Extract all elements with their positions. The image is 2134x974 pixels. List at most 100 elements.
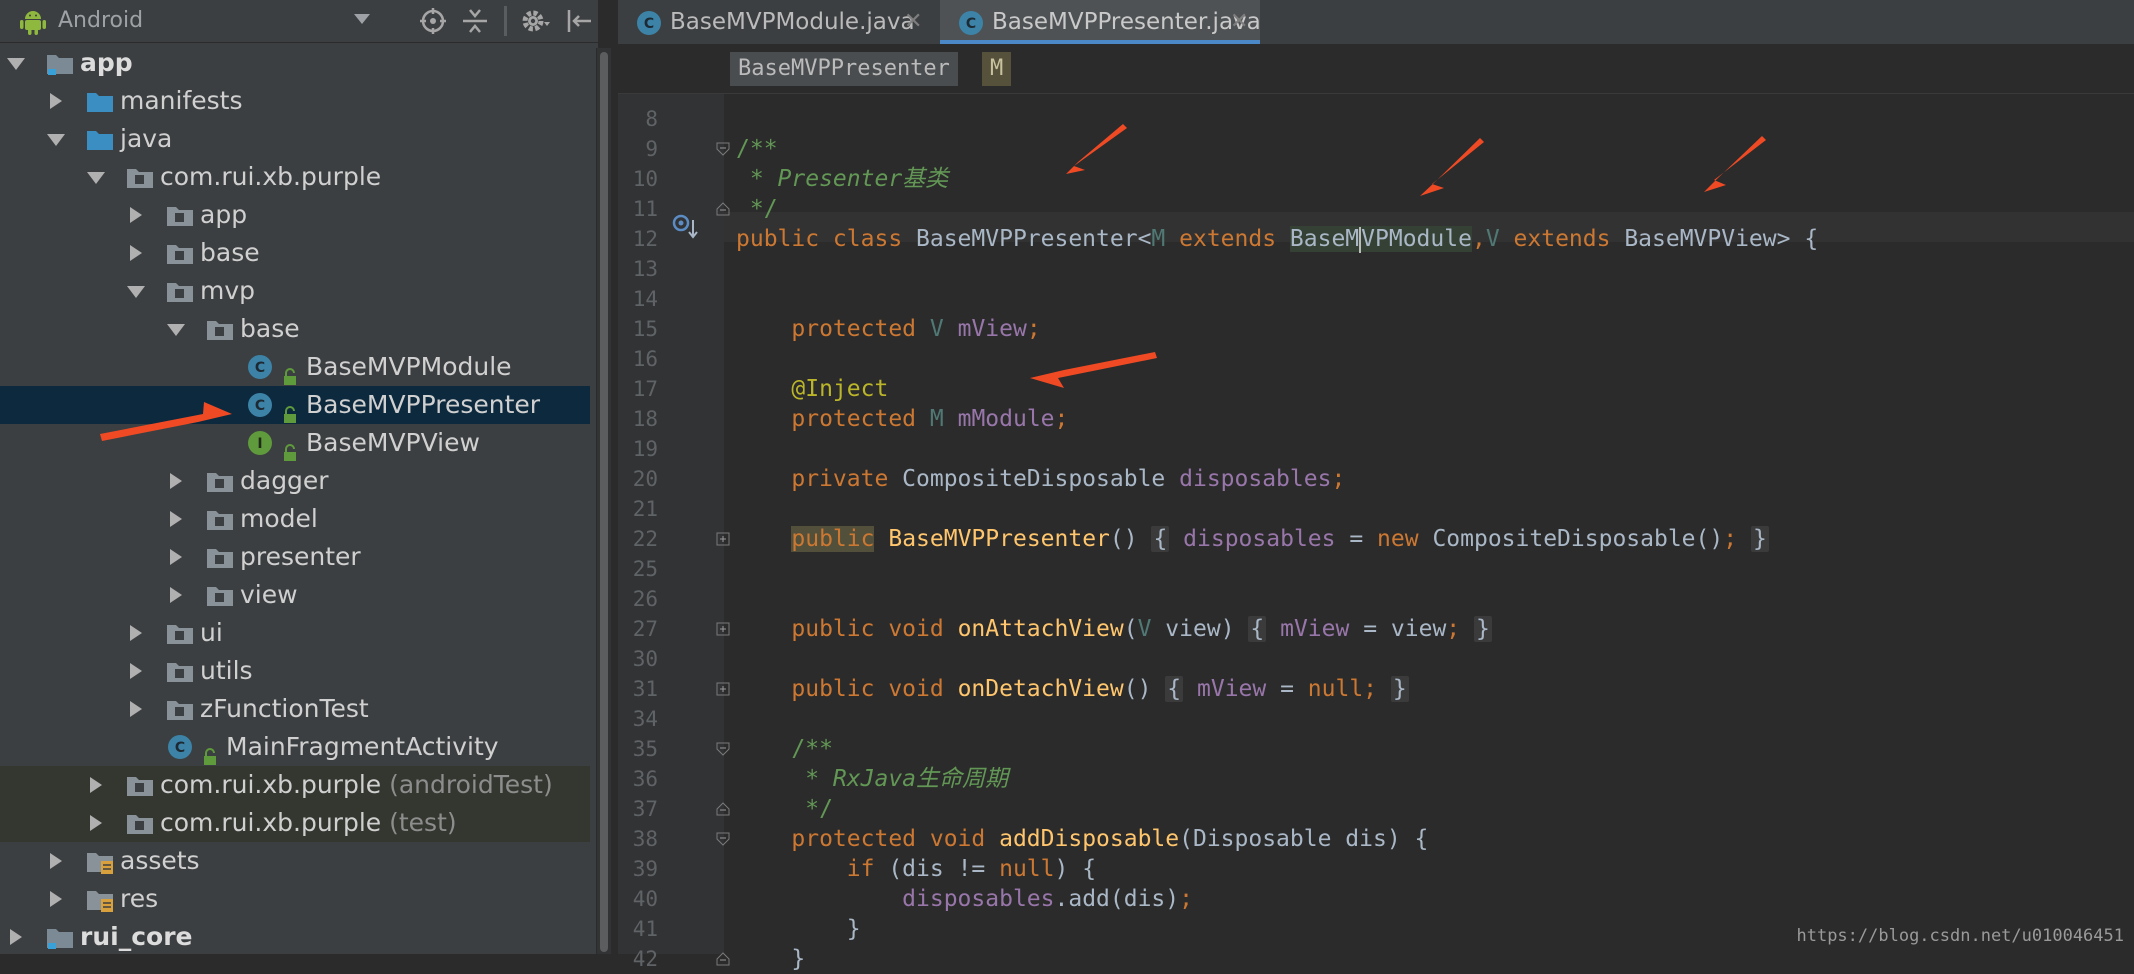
tree-item-basemvpview[interactable]: I BaseMVPView bbox=[0, 424, 590, 462]
fold-marker-icon[interactable] bbox=[716, 682, 730, 696]
package-folder-icon bbox=[126, 163, 154, 191]
line-number: 38 bbox=[632, 827, 658, 851]
collapsed-arrow-icon[interactable] bbox=[44, 880, 68, 918]
line-number: 9 bbox=[645, 137, 658, 161]
class-icon: C bbox=[166, 733, 194, 761]
tree-item-suffix: (androidTest) bbox=[381, 770, 553, 799]
breadcrumb-class[interactable]: BaseMVPPresenter bbox=[730, 52, 958, 86]
tree-item-java[interactable]: java bbox=[0, 120, 590, 158]
gear-icon[interactable] bbox=[520, 6, 550, 36]
code-line: private CompositeDisposable disposables; bbox=[791, 466, 1346, 492]
collapsed-arrow-icon[interactable] bbox=[124, 652, 148, 690]
tree-item-label: app bbox=[80, 48, 133, 77]
code-line: if (dis != null) { bbox=[846, 856, 1097, 882]
line-number: 42 bbox=[632, 947, 658, 971]
blue-folder-icon bbox=[86, 87, 114, 115]
tree-item-label: rui_core bbox=[80, 922, 193, 951]
lock-icon bbox=[282, 397, 298, 423]
svg-text:C: C bbox=[644, 16, 654, 32]
tab-basemvppresenter[interactable]: C BaseMVPPresenter.java ✕ bbox=[940, 0, 1261, 44]
fold-marker-icon[interactable] bbox=[716, 142, 730, 156]
collapsed-arrow-icon[interactable] bbox=[84, 804, 108, 842]
package-folder-icon bbox=[166, 201, 194, 229]
breadcrumb-type-param[interactable]: M bbox=[982, 52, 1012, 86]
tree-item-com-rui-xb-purple[interactable]: com.rui.xb.purple (androidTest) bbox=[0, 766, 590, 804]
chevron-down-icon[interactable] bbox=[354, 14, 370, 24]
scrollbar-thumb[interactable] bbox=[600, 52, 608, 952]
fold-marker-icon[interactable] bbox=[716, 832, 730, 846]
fold-marker-icon[interactable] bbox=[716, 742, 730, 756]
code-line: */ bbox=[736, 796, 833, 822]
expanded-arrow-icon[interactable] bbox=[164, 310, 188, 348]
collapsed-arrow-icon[interactable] bbox=[124, 614, 148, 652]
tab-basemvpmodule[interactable]: C BaseMVPModule.java ✕ bbox=[618, 0, 938, 44]
code-line: public void onDetachView() { mView = nul… bbox=[791, 676, 1409, 702]
override-marker-icon[interactable] bbox=[672, 214, 700, 240]
collapsed-arrow-icon[interactable] bbox=[44, 82, 68, 120]
fold-marker-icon[interactable] bbox=[716, 802, 730, 816]
code-line: @Inject bbox=[791, 376, 889, 402]
hide-panel-icon[interactable] bbox=[564, 6, 594, 36]
tree-item-presenter[interactable]: presenter bbox=[0, 538, 590, 576]
tree-item-base[interactable]: base bbox=[0, 234, 590, 272]
tree-item-view[interactable]: view bbox=[0, 576, 590, 614]
line-number: 34 bbox=[632, 707, 658, 731]
fold-marker-icon[interactable] bbox=[716, 622, 730, 636]
expanded-arrow-icon[interactable] bbox=[4, 44, 28, 82]
tree-item-model[interactable]: model bbox=[0, 500, 590, 538]
collapsed-arrow-icon[interactable] bbox=[44, 842, 68, 880]
tree-item-assets[interactable]: assets bbox=[0, 842, 590, 880]
tree-item-manifests[interactable]: manifests bbox=[0, 82, 590, 120]
tree-item-basemvppresenter[interactable]: C BaseMVPPresenter bbox=[0, 386, 590, 424]
tree-item-dagger[interactable]: dagger bbox=[0, 462, 590, 500]
tree-item-res[interactable]: res bbox=[0, 880, 590, 918]
collapsed-arrow-icon[interactable] bbox=[164, 538, 188, 576]
tree-item-com-rui-xb-purple[interactable]: com.rui.xb.purple bbox=[0, 158, 590, 196]
close-icon[interactable]: ✕ bbox=[904, 0, 922, 44]
tab-label: BaseMVPPresenter.java bbox=[992, 9, 1261, 35]
collapsed-arrow-icon[interactable] bbox=[124, 690, 148, 728]
tree-item-com-rui-xb-purple[interactable]: com.rui.xb.purple (test) bbox=[0, 804, 590, 842]
close-icon[interactable]: ✕ bbox=[1230, 0, 1248, 44]
collapsed-arrow-icon[interactable] bbox=[124, 196, 148, 234]
collapsed-arrow-icon[interactable] bbox=[84, 766, 108, 804]
fold-marker-icon[interactable] bbox=[716, 202, 730, 216]
svg-text:C: C bbox=[966, 16, 976, 32]
package-folder-icon bbox=[166, 657, 194, 685]
collapsed-arrow-icon[interactable] bbox=[164, 462, 188, 500]
tree-item-app[interactable]: app bbox=[0, 44, 590, 82]
collapsed-arrow-icon[interactable] bbox=[124, 234, 148, 272]
tree-item-basemvpmodule[interactable]: C BaseMVPModule bbox=[0, 348, 590, 386]
tree-item-mvp[interactable]: mvp bbox=[0, 272, 590, 310]
tree-item-mainfragmentactivity[interactable]: C MainFragmentActivity bbox=[0, 728, 590, 766]
collapse-all-icon[interactable] bbox=[460, 6, 490, 36]
line-number: 26 bbox=[632, 587, 658, 611]
locate-target-icon[interactable] bbox=[418, 6, 448, 36]
expanded-arrow-icon[interactable] bbox=[44, 120, 68, 158]
package-folder-icon bbox=[206, 467, 234, 495]
expanded-arrow-icon[interactable] bbox=[124, 272, 148, 310]
fold-marker-icon[interactable] bbox=[716, 952, 730, 966]
fold-marker-icon[interactable] bbox=[716, 532, 730, 546]
tree-item-base[interactable]: base bbox=[0, 310, 590, 348]
code-line: /** bbox=[736, 136, 778, 162]
code-line: } bbox=[736, 916, 861, 942]
tree-item-utils[interactable]: utils bbox=[0, 652, 590, 690]
collapsed-arrow-icon[interactable] bbox=[164, 576, 188, 614]
tree-item-ui[interactable]: ui bbox=[0, 614, 590, 652]
line-number: 11 bbox=[632, 197, 658, 221]
line-number: 13 bbox=[632, 257, 658, 281]
tree-item-label: com.rui.xb.purple (test) bbox=[160, 808, 457, 837]
collapsed-arrow-icon[interactable] bbox=[164, 500, 188, 538]
tree-item-label: view bbox=[240, 580, 298, 609]
expanded-arrow-icon[interactable] bbox=[84, 158, 108, 196]
collapsed-arrow-icon[interactable] bbox=[4, 918, 28, 954]
view-selector[interactable]: Android bbox=[58, 6, 143, 36]
tree-item-app[interactable]: app bbox=[0, 196, 590, 234]
line-number: 31 bbox=[632, 677, 658, 701]
tree-item-zfunctiontest[interactable]: zFunctionTest bbox=[0, 690, 590, 728]
line-number: 19 bbox=[632, 437, 658, 461]
tree-item-rui-core[interactable]: rui_core bbox=[0, 918, 590, 954]
tree-item-label: com.rui.xb.purple (androidTest) bbox=[160, 770, 553, 799]
package-folder-icon bbox=[206, 581, 234, 609]
